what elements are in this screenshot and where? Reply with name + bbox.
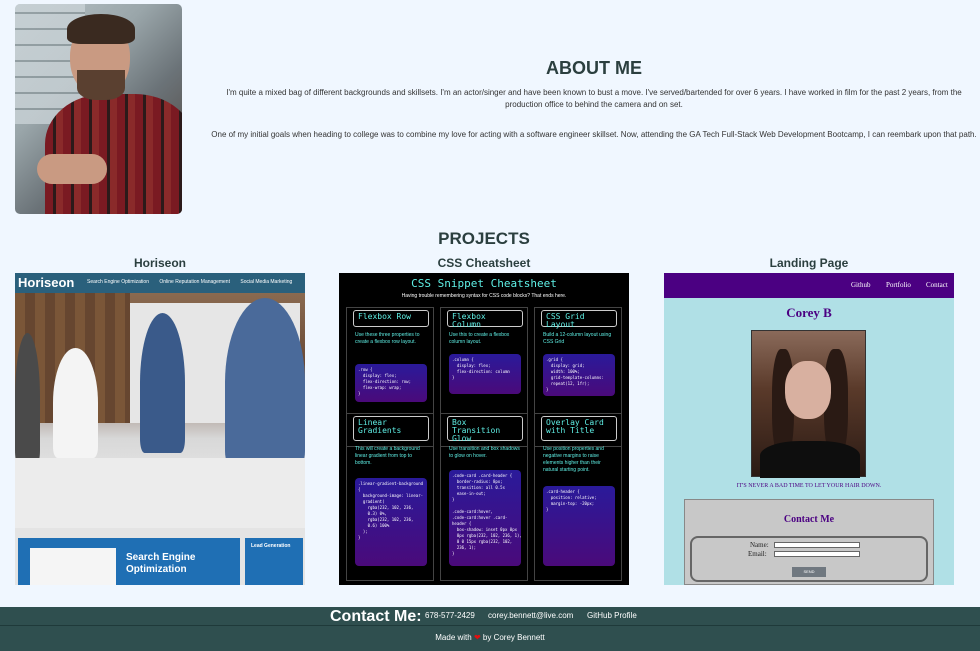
footer-credit: Made with ❤ by Corey Bennett <box>0 633 980 642</box>
landing-nav-github: Github <box>851 281 871 289</box>
card-title: Box Transition Glow <box>447 416 523 443</box>
project-title: Horiseon <box>133 256 186 270</box>
card-code: .code-card .card-header { border-radius:… <box>449 470 521 566</box>
horiseon-nav-link: Online Reputation Management <box>159 279 230 285</box>
card-title: Linear Gradients <box>353 416 429 441</box>
horiseon-content-preview: Search Engine Optimization Lead Generati… <box>15 528 305 585</box>
card-desc: Use this to create a flexbox column layo… <box>449 332 510 345</box>
card-desc: Use transition and box shadows to glow o… <box>449 446 520 459</box>
cheatsheet-card: Overlay Card with Title Use position pro… <box>534 413 622 581</box>
card-code: .row { display: flex; flex-direction: ro… <box>355 364 427 402</box>
card-code: .grid { display: grid; width: 100%; grid… <box>543 354 615 396</box>
project-title: Landing Page <box>769 256 849 270</box>
horiseon-nav-links: Search Engine Optimization Online Reputa… <box>87 279 301 285</box>
horiseon-side-title: Lead Generation <box>251 543 291 549</box>
landing-nav-contact: Contact <box>926 281 948 289</box>
landing-contact-form: Name: Email: SEND <box>690 536 928 582</box>
projects-title: PROJECTS <box>438 229 530 248</box>
card-code: .linear-gradient-background { background… <box>355 478 427 566</box>
landing-photo <box>751 330 866 478</box>
project-landing-page[interactable]: Landing Page Github Portfolio Contact Co… <box>664 256 954 585</box>
horiseon-nav-link: Social Media Marketing <box>240 279 293 285</box>
project-screenshot-cheatsheet[interactable]: CSS Snippet Cheatsheet Having trouble re… <box>339 273 629 585</box>
heart-icon: ❤ <box>473 633 481 642</box>
project-screenshot-horiseon[interactable]: Horiseon Search Engine Optimization Onli… <box>15 273 305 585</box>
about-paragraph-1: I'm quite a mixed bag of different backg… <box>226 88 962 109</box>
horiseon-nav-link: Search Engine Optimization <box>87 279 149 285</box>
card-desc: Build a 12-column layout using CSS Grid <box>543 332 612 345</box>
footer-made-with: Made with <box>435 633 472 642</box>
about-section: ABOUT ME I'm quite a mixed bag of differ… <box>0 0 980 225</box>
cheatsheet-subtitle: Having trouble remembering syntax for CS… <box>401 293 567 299</box>
landing-nav-portfolio: Portfolio <box>886 281 911 289</box>
card-code: .card-header { position: relative; margi… <box>543 486 615 566</box>
landing-contact-title: Contact Me <box>783 514 835 525</box>
horiseon-logo: Horiseon <box>18 275 75 290</box>
about-title: ABOUT ME <box>546 58 642 78</box>
footer-email-link[interactable]: corey.bennett@live.com <box>488 611 573 620</box>
footer: Contact Me: 678-577-2429 corey.bennett@l… <box>0 607 980 651</box>
card-desc: This will create a background linear gra… <box>355 446 420 466</box>
project-horiseon[interactable]: Horiseon Horiseon Search Engine Optimiza… <box>15 256 305 585</box>
landing-email-input <box>774 551 860 557</box>
landing-name: Corey B <box>786 305 832 320</box>
about-paragraph-2: One of my initial goals when heading to … <box>211 130 977 139</box>
card-title: Flexbox Column <box>447 310 523 329</box>
cheatsheet-card: Box Transition Glow Use transition and b… <box>440 413 528 581</box>
horiseon-card-title: Search Engine Optimization <box>126 552 196 575</box>
card-desc: Use position properties and negative mar… <box>543 446 604 473</box>
landing-name-input <box>774 542 860 548</box>
landing-tagline: IT'S NEVER A BAD TIME TO LET YOUR HAIR D… <box>736 483 882 489</box>
cheatsheet-title: CSS Snippet Cheatsheet <box>411 277 557 290</box>
footer-author: by Corey Bennett <box>482 633 545 642</box>
horiseon-navbar: Horiseon Search Engine Optimization Onli… <box>15 273 305 293</box>
project-title: CSS Cheatsheet <box>437 256 531 270</box>
card-title: Overlay Card with Title <box>541 416 617 441</box>
landing-name-label: Name: <box>750 541 769 549</box>
project-css-cheatsheet[interactable]: CSS Cheatsheet CSS Snippet Cheatsheet Ha… <box>339 256 629 585</box>
landing-send-button: SEND <box>792 567 826 577</box>
landing-contact-box: Contact Me Name: Email: SEND <box>684 499 934 585</box>
profile-photo <box>15 4 182 214</box>
footer-phone-link[interactable]: 678-577-2429 <box>425 611 475 620</box>
footer-divider <box>0 625 980 626</box>
card-title: Flexbox Row <box>353 310 429 327</box>
horiseon-hero-image <box>15 293 305 528</box>
landing-email-label: Email: <box>748 550 767 558</box>
cheatsheet-card: Linear Gradients This will create a back… <box>346 413 434 581</box>
card-code: .column { display: flex; flex-direction:… <box>449 354 521 394</box>
project-screenshot-landing[interactable]: Github Portfolio Contact Corey B IT'S NE… <box>664 273 954 585</box>
footer-contact-title: Contact Me: <box>330 608 422 625</box>
landing-navbar: Github Portfolio Contact <box>664 273 954 298</box>
card-title: CSS Grid Layout <box>541 310 617 329</box>
footer-github-link[interactable]: GitHub Profile <box>587 611 637 620</box>
card-desc: Use these three properties to create a f… <box>355 332 420 345</box>
